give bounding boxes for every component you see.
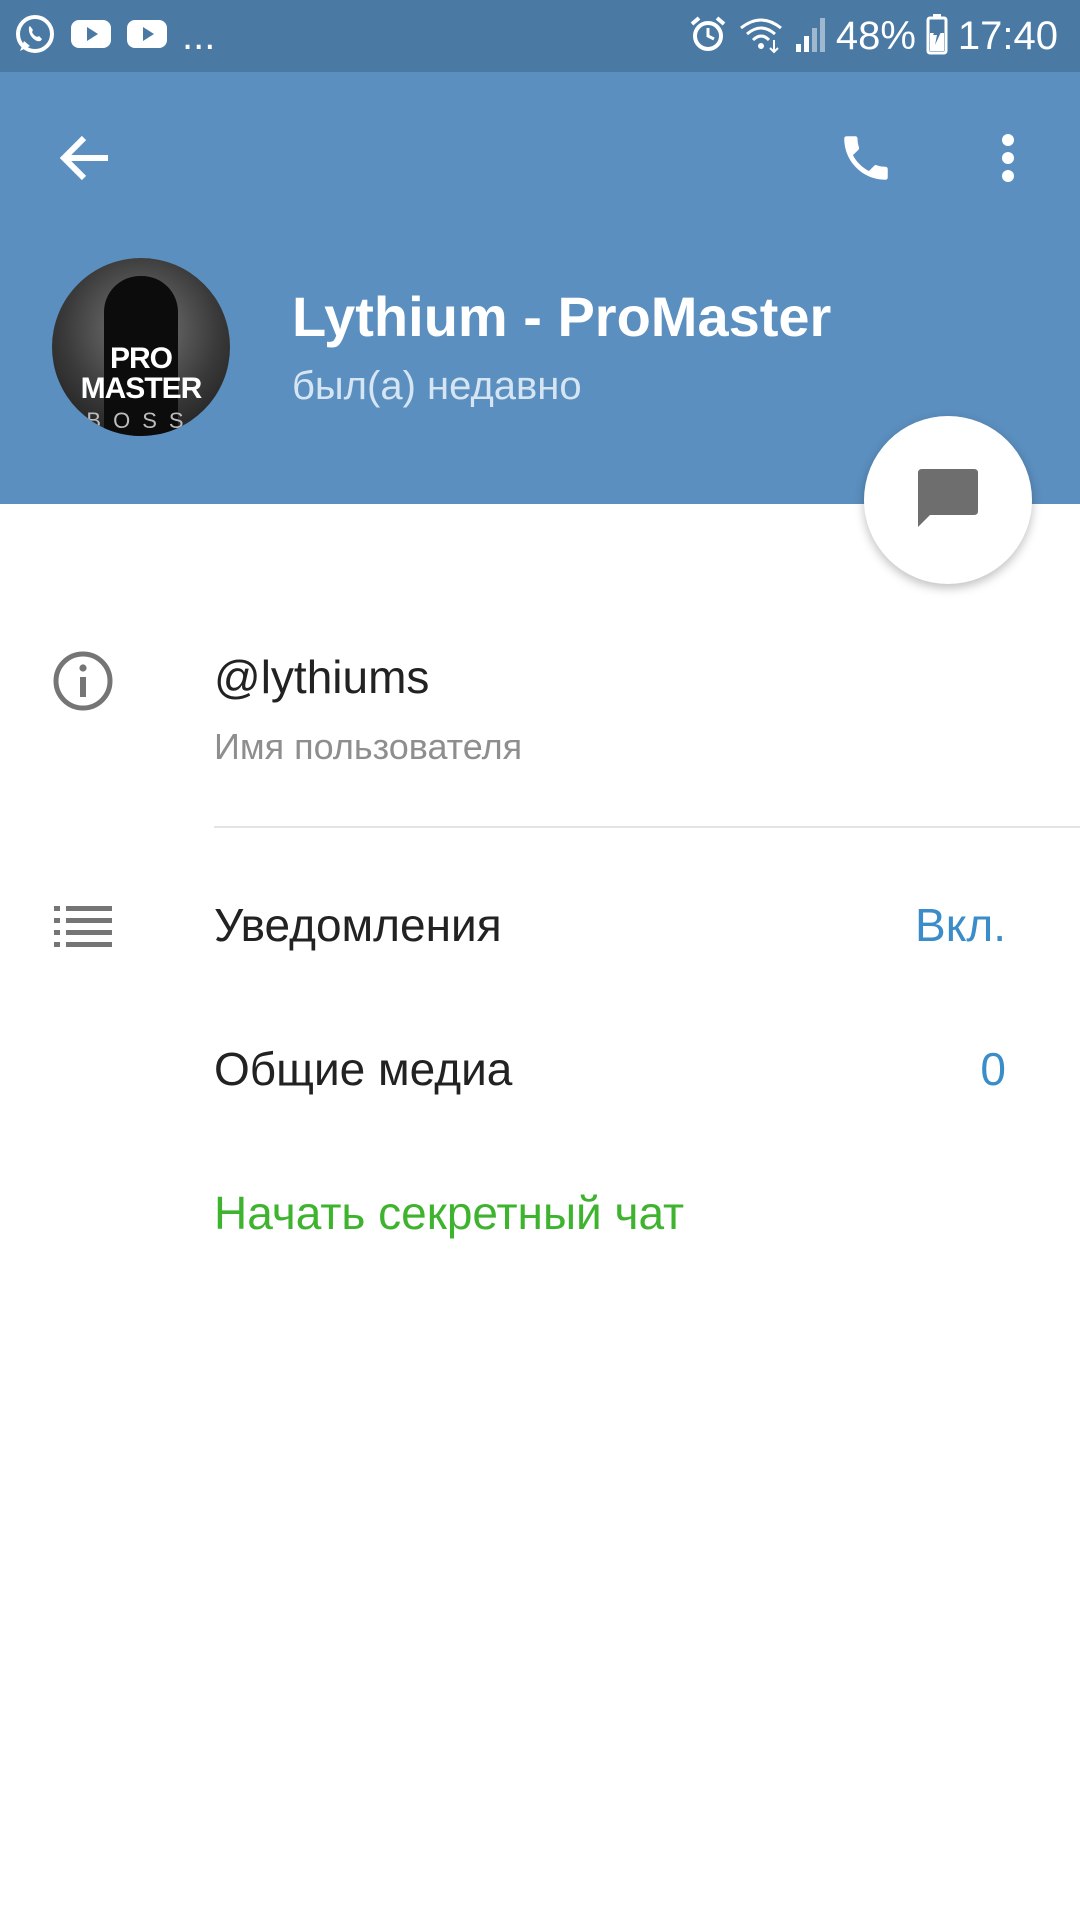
phone-icon [837, 129, 895, 192]
info-icon [52, 650, 114, 712]
clock: 17:40 [957, 13, 1058, 58]
more-notifications-text: ... [182, 13, 216, 58]
youtube-icon [70, 18, 112, 55]
username-caption: Имя пользователя [214, 726, 523, 767]
last-seen-status: был(а) недавно [292, 364, 582, 408]
alarm-icon [688, 14, 728, 59]
divider [214, 826, 1080, 828]
more-vertical-icon [1000, 132, 1016, 189]
notifications-label[interactable]: Уведомления [214, 898, 502, 952]
username-value[interactable]: @lythiums [214, 650, 429, 704]
status-right-group: 48% 17:40 [688, 10, 1058, 62]
youtube-icon [126, 18, 168, 55]
status-bar: ... 48% 17:40 [0, 0, 1080, 72]
wifi-icon [738, 14, 784, 59]
list-icon [54, 904, 114, 948]
status-left-group: ... [14, 14, 215, 58]
more-options-button[interactable] [976, 120, 1040, 200]
whatsapp-icon [14, 13, 56, 60]
battery-percent: 48% [835, 13, 916, 58]
notifications-value[interactable]: Вкл. [915, 898, 1006, 952]
send-message-button[interactable] [864, 416, 1032, 584]
shared-media-label[interactable]: Общие медиа [214, 1042, 512, 1096]
avatar[interactable]: PRO MASTER BOSS [52, 258, 230, 436]
signal-icon [794, 14, 826, 59]
message-icon [916, 467, 980, 534]
back-button[interactable] [48, 124, 120, 196]
avatar-logo-text: PRO [109, 342, 173, 375]
avatar-logo-text: MASTER [80, 372, 203, 405]
call-button[interactable] [826, 120, 906, 200]
shared-media-count[interactable]: 0 [980, 1042, 1006, 1096]
start-secret-chat-button[interactable]: Начать секретный чат [214, 1186, 684, 1240]
battery-charging-icon [926, 13, 948, 60]
profile-name: Lythium - ProMaster [292, 285, 832, 348]
avatar-logo-subtext: BOSS [86, 408, 196, 433]
arrow-left-icon [58, 134, 110, 187]
